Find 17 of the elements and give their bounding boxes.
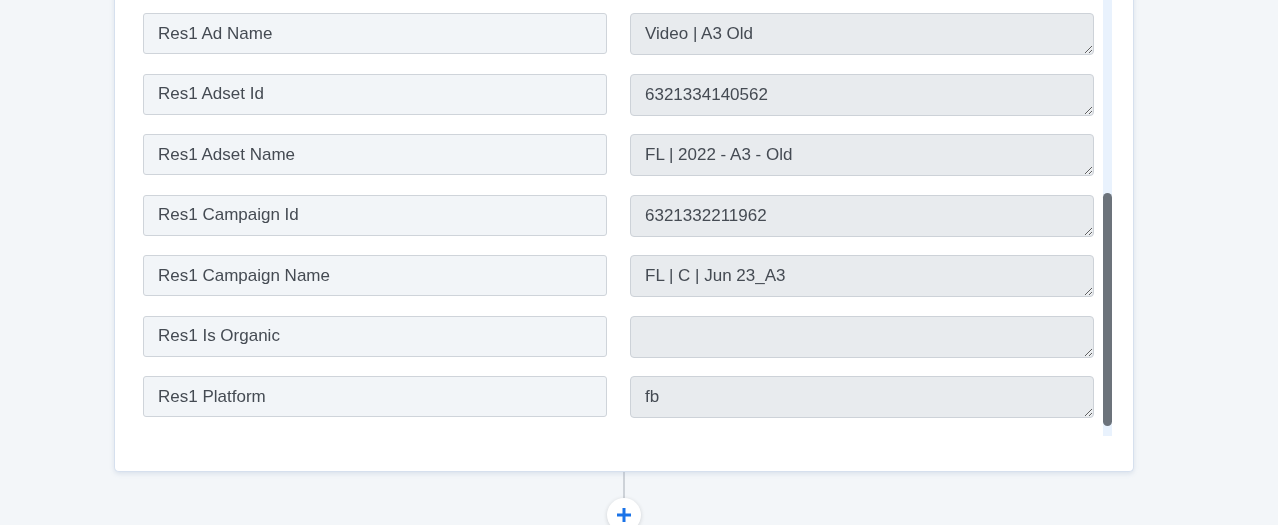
field-value-textarea[interactable]: 6321334140562 [630, 73, 1094, 116]
field-name-input[interactable]: Res1 Adset Name [143, 134, 607, 175]
field-value-textarea[interactable]: Video | A3 Old [630, 13, 1094, 55]
field-name-input[interactable]: Res1 Campaign Id [143, 194, 607, 236]
plus-icon [616, 507, 632, 523]
add-step-button[interactable] [607, 498, 641, 525]
field-value-textarea[interactable]: FL | C | Jun 23_A3 [630, 255, 1094, 297]
field-value-textarea[interactable]: FL | 2022 - A3 - Old [630, 134, 1094, 176]
field-name-input[interactable]: Res1 Adset Id [143, 73, 607, 115]
field-name-input[interactable]: Res1 Ad Name [143, 13, 607, 54]
field-name-input[interactable]: Res1 Campaign Name [143, 255, 607, 296]
field-value-textarea[interactable]: 6321332211962 [630, 194, 1094, 237]
field-value-textarea[interactable]: fb [630, 376, 1094, 418]
field-value-textarea[interactable] [630, 315, 1094, 358]
field-name-input[interactable]: Res1 Platform [143, 376, 607, 417]
field-name-input[interactable]: Res1 Is Organic [143, 315, 607, 357]
scrollbar-thumb[interactable] [1103, 193, 1112, 426]
